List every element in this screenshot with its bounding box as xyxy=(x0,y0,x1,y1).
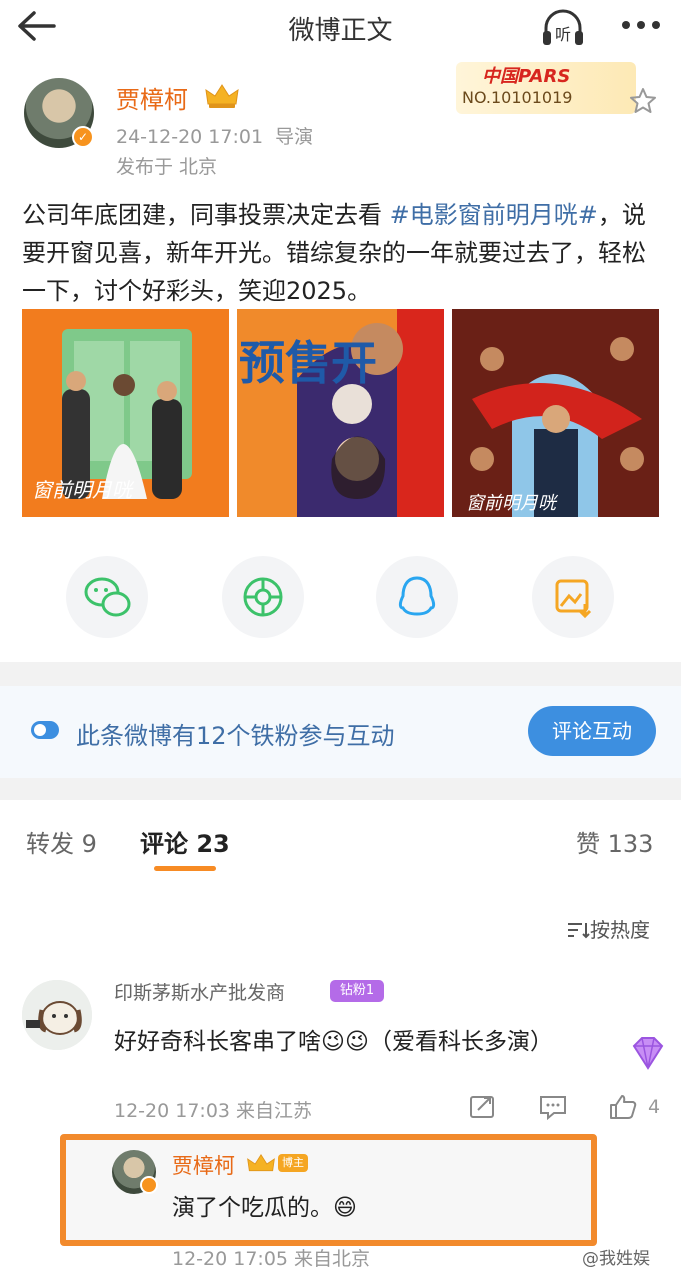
author-role: 导演 xyxy=(275,126,314,148)
reply-verified-badge-icon xyxy=(140,1176,158,1194)
star-icon[interactable] xyxy=(628,86,658,116)
active-tab-indicator xyxy=(154,866,216,871)
reply-author-name[interactable]: 贾樟柯 xyxy=(172,1150,235,1180)
share-moments-button[interactable] xyxy=(222,556,304,638)
reply-comment-icon[interactable] xyxy=(538,1094,568,1120)
share-save-image-button[interactable] xyxy=(532,556,614,638)
reply-text: 演了个吃瓜的。😄 xyxy=(172,1195,357,1221)
poster-image-1[interactable]: 窗前明月咣 xyxy=(22,309,229,517)
author-name[interactable]: 贾樟柯 xyxy=(116,80,188,115)
stamp-number: NO.10101019 xyxy=(462,88,573,107)
stamp-title: 中国PARS xyxy=(482,66,571,87)
qq-icon xyxy=(398,576,436,616)
post-meta: 24-12-20 17:01 导演 xyxy=(116,122,313,149)
poster-image-2[interactable]: 预售开 xyxy=(237,309,444,517)
svg-text:窗前明月咣: 窗前明月咣 xyxy=(32,478,135,502)
comment-meta: 12-20 17:03 来自江苏 xyxy=(114,1100,313,1122)
svg-text:预售开: 预售开 xyxy=(239,336,377,390)
svg-text:听: 听 xyxy=(555,25,571,44)
share-qq-button[interactable] xyxy=(376,556,458,638)
diamond-icon xyxy=(632,1037,664,1070)
listen-button[interactable]: 听 xyxy=(540,6,586,50)
commenter-name[interactable]: 印斯茅斯水产批发商 xyxy=(114,978,285,1005)
share-wechat-button[interactable] xyxy=(66,556,148,638)
sort-button[interactable]: 按热度 xyxy=(566,914,650,943)
headphone-icon: 听 xyxy=(543,9,583,45)
wechat-icon xyxy=(84,577,131,617)
watermark: @我姓娱 xyxy=(582,1249,650,1269)
commenter-avatar[interactable] xyxy=(22,980,92,1050)
tab-comments[interactable]: 评论 23 xyxy=(140,824,230,859)
comment-text: 好好奇科长客串了啥😉😉（爱看科长多演） xyxy=(114,1029,553,1055)
section-divider xyxy=(0,662,681,686)
comment-interact-button[interactable]: 评论互动 xyxy=(528,706,656,756)
fan-level-badge: 钻粉1 xyxy=(330,980,384,1002)
verified-badge-icon: ✓ xyxy=(72,126,94,148)
svg-text:窗前明月咣: 窗前明月咣 xyxy=(466,493,559,514)
post-text-before: 公司年底团建，同事投票决定去看 xyxy=(22,201,390,229)
hashtag-link[interactable]: #电影窗前明月咣# xyxy=(390,201,598,229)
post-location: 发布于 北京 xyxy=(116,156,218,178)
crown-icon xyxy=(205,84,239,108)
moments-icon xyxy=(243,577,283,617)
author-tag: 博主 xyxy=(278,1154,308,1172)
poster-image-3[interactable]: 窗前明月咣 xyxy=(452,309,659,517)
save-image-icon xyxy=(555,579,592,619)
fan-toggle-icon xyxy=(31,721,59,739)
share-comment-icon[interactable] xyxy=(468,1094,498,1120)
fan-bar-text: 此条微博有12个铁粉参与互动 xyxy=(76,722,395,750)
like-count: 4 xyxy=(648,1096,661,1118)
post-time: 24-12-20 17:01 xyxy=(116,126,264,148)
section-divider-2 xyxy=(0,778,681,800)
sort-icon xyxy=(568,923,590,939)
top-bar: 微博正文 听 xyxy=(0,0,681,56)
more-icon[interactable] xyxy=(618,10,664,40)
reply-meta: 12-20 17:05 来自北京 xyxy=(172,1248,371,1270)
sort-label: 按热度 xyxy=(590,918,650,942)
post-body: 公司年底团建，同事投票决定去看 #电影窗前明月咣#，说要开窗见喜，新年开光。错综… xyxy=(22,196,662,310)
tab-likes[interactable]: 赞 133 xyxy=(576,824,653,859)
like-icon[interactable] xyxy=(608,1094,638,1120)
tab-repost[interactable]: 转发 9 xyxy=(26,824,97,859)
reply-crown-icon xyxy=(247,1154,275,1172)
